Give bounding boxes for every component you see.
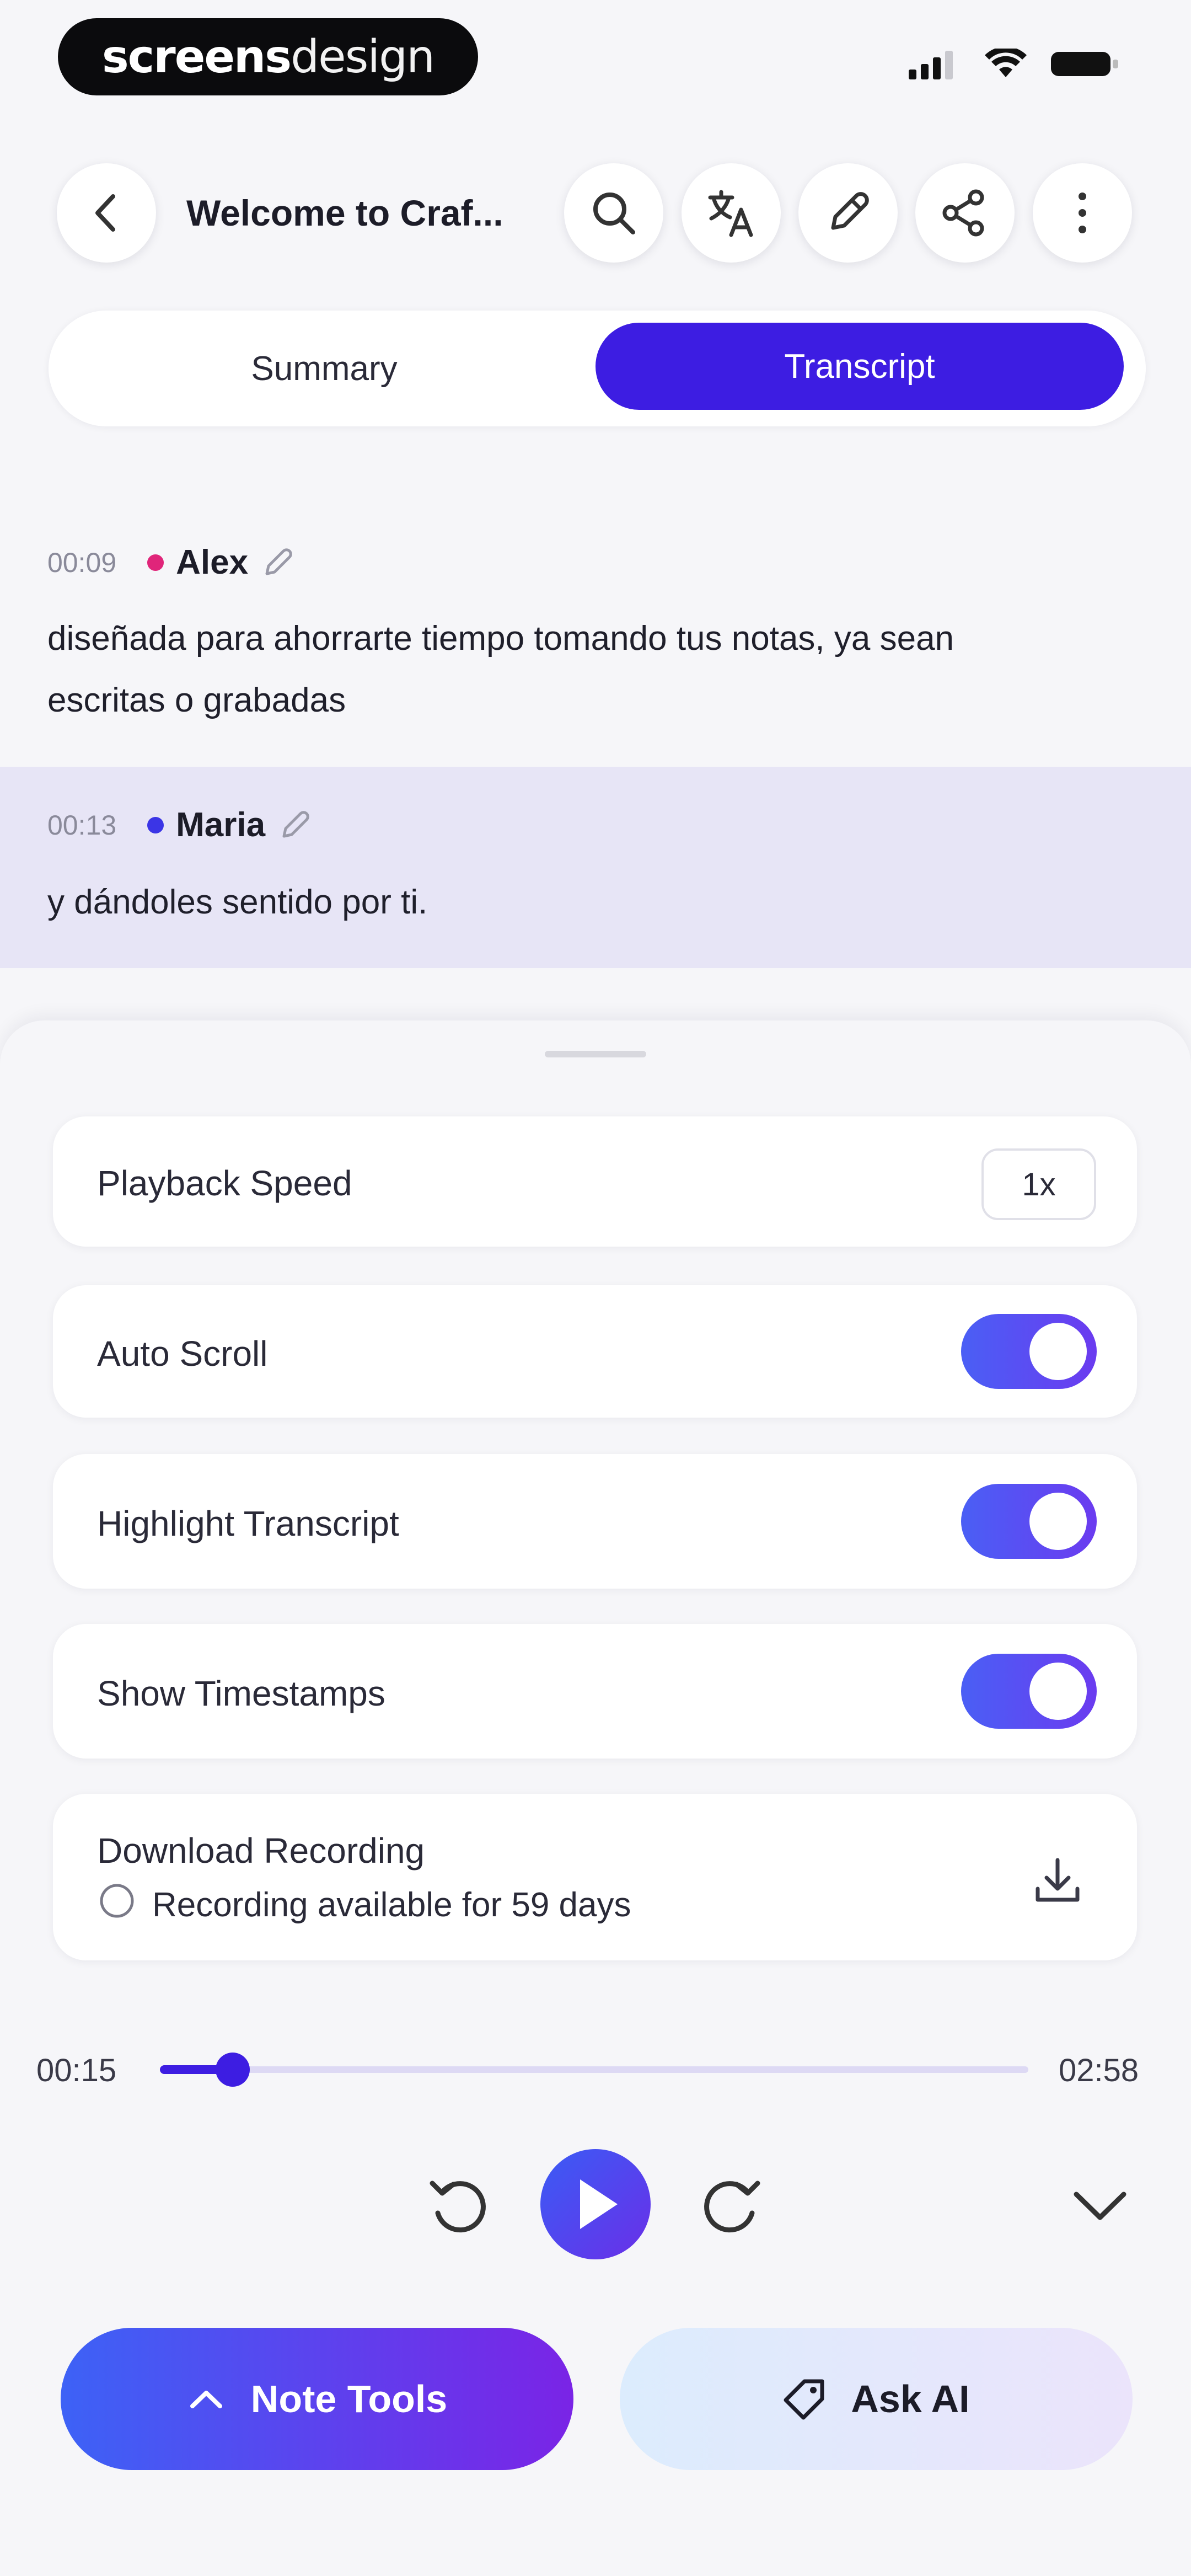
tab-summary[interactable]: Summary	[49, 311, 600, 426]
speaker-name: Maria	[176, 806, 266, 844]
share-icon	[942, 189, 984, 237]
playback-speed-value[interactable]: 1x	[981, 1148, 1096, 1220]
active-transcript-highlight	[0, 767, 1191, 968]
toggle-knob	[1029, 1493, 1087, 1550]
translate-button[interactable]	[682, 163, 781, 263]
more-icon	[1079, 193, 1086, 233]
search-button[interactable]	[564, 163, 663, 263]
note-tools-button[interactable]: Note Tools	[61, 2328, 573, 2470]
highlight-transcript-label: Highlight Transcript	[97, 1504, 399, 1543]
info-circle-icon	[100, 1884, 134, 1918]
toggle-knob	[1029, 1663, 1087, 1720]
edit-speaker-icon[interactable]	[277, 808, 313, 843]
tab-transcript[interactable]: Transcript	[596, 323, 1124, 410]
ask-ai-label: Ask AI	[851, 2377, 970, 2420]
show-timestamps-label: Show Timestamps	[97, 1674, 385, 1713]
auto-scroll-toggle[interactable]	[961, 1314, 1097, 1389]
playback-speed-label: Playback Speed	[97, 1163, 352, 1203]
show-timestamps-toggle[interactable]	[961, 1654, 1097, 1729]
brand-logo: screens design	[58, 18, 478, 95]
ask-ai-button[interactable]: Ask AI	[620, 2328, 1133, 2470]
note-tools-label: Note Tools	[250, 2377, 448, 2420]
timestamp: 00:09	[47, 547, 117, 578]
speaker-name: Alex	[176, 543, 249, 581]
speaker-dot	[147, 816, 164, 833]
download-icon[interactable]	[1030, 1853, 1085, 1909]
total-time: 02:58	[1059, 2053, 1139, 2088]
play-button[interactable]	[540, 2149, 651, 2259]
translate-icon	[708, 190, 753, 237]
brand-bold: screens	[101, 30, 292, 83]
more-button[interactable]	[1033, 163, 1132, 263]
brand-light: design	[291, 30, 435, 83]
transcript-text-line: y dándoles sentido por ti.	[47, 883, 428, 921]
timestamp: 00:13	[47, 809, 117, 841]
wifi-icon	[985, 49, 1027, 77]
share-button[interactable]	[915, 163, 1015, 263]
download-availability-text: Recording available for 59 days	[152, 1886, 631, 1924]
back-icon	[95, 194, 115, 232]
progress-thumb[interactable]	[216, 2053, 250, 2087]
edit-icon	[831, 192, 869, 230]
forward-icon[interactable]	[696, 2170, 768, 2242]
transcript-text-line: escritas o grabadas	[47, 681, 346, 719]
edit-button[interactable]	[798, 163, 898, 263]
transcript-entry[interactable]: 00:13 Maria	[47, 805, 313, 845]
search-icon	[593, 193, 635, 234]
chevron-up-icon	[190, 2391, 222, 2408]
toggle-knob	[1029, 1323, 1087, 1380]
play-icon	[580, 2179, 618, 2229]
page-title: Welcome to Craf...	[186, 193, 503, 233]
edit-speaker-icon[interactable]	[260, 545, 296, 580]
current-time: 00:15	[36, 2053, 117, 2088]
chevron-down-icon[interactable]	[1070, 2184, 1130, 2228]
rewind-icon[interactable]	[422, 2170, 494, 2242]
speaker-dot	[147, 554, 164, 571]
progress-track[interactable]	[160, 2066, 1028, 2073]
download-recording-label: Download Recording	[97, 1831, 425, 1870]
auto-scroll-label: Auto Scroll	[97, 1334, 268, 1373]
sheet-handle[interactable]	[545, 1051, 646, 1057]
battery-icon	[1051, 52, 1118, 76]
highlight-transcript-toggle[interactable]	[961, 1484, 1097, 1559]
status-icons	[909, 49, 1119, 79]
transcript-entry[interactable]: 00:09 Alex	[47, 543, 296, 582]
back-button[interactable]	[57, 163, 156, 263]
ai-tag-icon	[784, 2379, 824, 2420]
transcript-text-line: diseñada para ahorrarte tiempo tomando t…	[47, 619, 954, 658]
signal-icon	[909, 51, 953, 79]
download-recording-card[interactable]	[53, 1794, 1137, 1960]
